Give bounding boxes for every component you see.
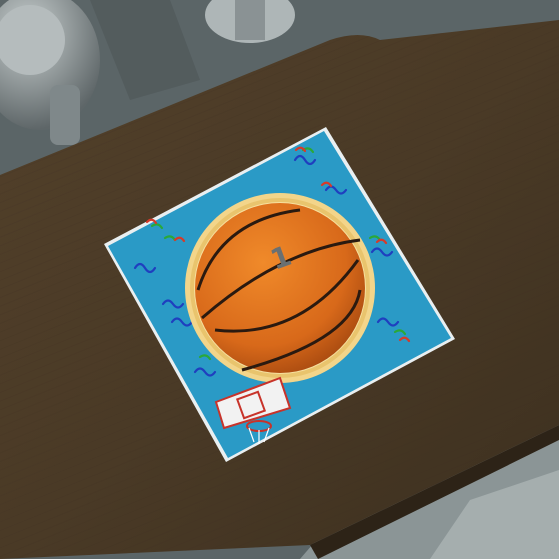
scene-canvas: 1 [0, 0, 559, 559]
basketball-icon [195, 203, 365, 373]
game-scene: 1 [0, 0, 559, 559]
